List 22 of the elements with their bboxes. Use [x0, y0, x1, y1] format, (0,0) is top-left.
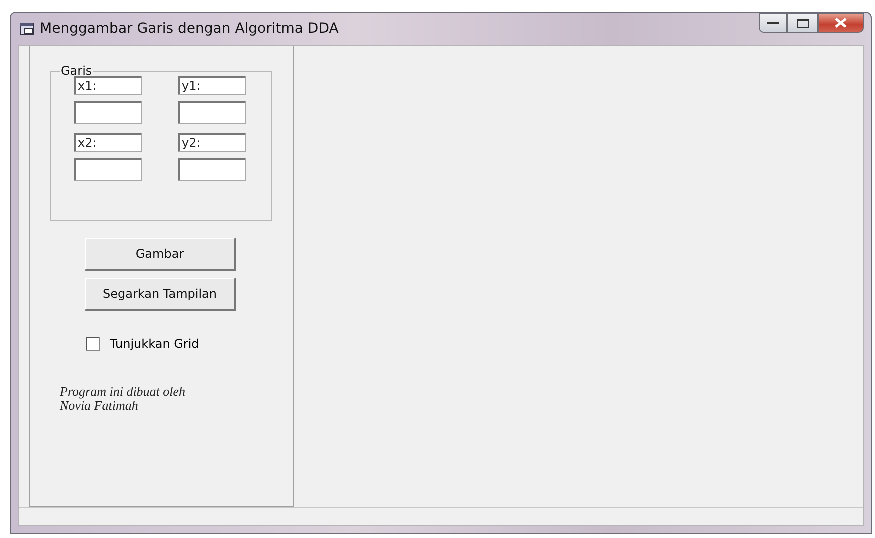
close-icon	[835, 18, 847, 28]
input-field[interactable]	[74, 158, 142, 181]
input-field[interactable]	[74, 101, 142, 124]
minimize-button[interactable]	[759, 13, 787, 33]
checkbox-label[interactable]: Tunjukkan Grid	[110, 337, 200, 351]
maximize-button[interactable]	[787, 13, 818, 33]
input-field[interactable]	[178, 158, 246, 181]
author-credit: Program ini dibuat oleh Novia Fatimah	[60, 385, 187, 413]
coordinate-label-box[interactable]: y2:	[178, 133, 246, 152]
minimize-icon	[767, 21, 779, 25]
close-button[interactable]	[818, 13, 864, 33]
window-title: Menggambar Garis dengan Algoritma DDA	[40, 21, 340, 37]
coordinate-label-box[interactable]: x1:	[74, 76, 142, 95]
window-icon	[20, 23, 34, 35]
maximize-icon	[796, 18, 808, 28]
input-field[interactable]	[178, 101, 246, 124]
coordinate-label-box[interactable]: y1:	[178, 76, 246, 95]
refresh-button[interactable]: Segarkan Tampilan	[85, 278, 236, 311]
checkbox[interactable]	[86, 337, 100, 351]
draw-button[interactable]: Gambar	[85, 238, 236, 271]
coordinate-label-box[interactable]: x2:	[74, 133, 142, 152]
group-title: Garis	[60, 64, 94, 78]
